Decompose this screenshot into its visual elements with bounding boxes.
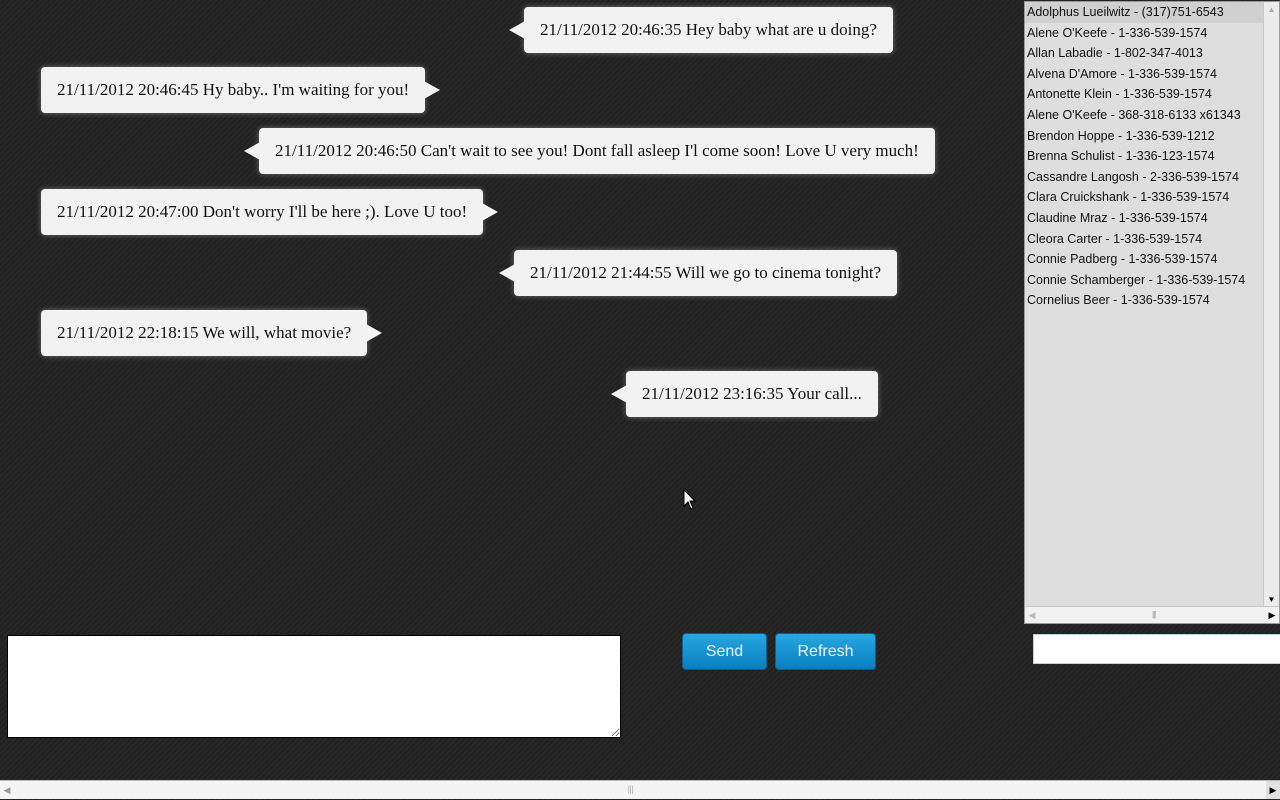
- contact-item[interactable]: Alene O'Keefe - 368-318-6133 x61343: [1025, 105, 1263, 126]
- message-bubble: 21/11/2012 20:46:50 Can't wait to see yo…: [244, 128, 935, 174]
- scroll-right-arrow-icon[interactable]: ▶: [1266, 781, 1280, 799]
- message-bubble: 21/11/2012 20:46:35 Hey baby what are u …: [509, 7, 893, 53]
- message-bubble: 21/11/2012 21:44:55 Will we go to cinema…: [498, 250, 898, 296]
- scroll-left-arrow-icon[interactable]: ◀: [0, 781, 14, 799]
- contact-item[interactable]: Allan Labadie - 1-802-347-4013: [1025, 43, 1263, 64]
- scroll-left-arrow-icon[interactable]: ◀: [1025, 607, 1039, 623]
- contact-item[interactable]: Connie Padberg - 1-336-539-1574: [1025, 249, 1263, 270]
- contacts-horizontal-scrollbar[interactable]: ◀ ||| ▶: [1025, 606, 1279, 623]
- message-bubble: 21/11/2012 22:18:15 We will, what movie?: [41, 310, 383, 356]
- contact-item[interactable]: Brenna Schulist - 1-336-123-1574: [1025, 146, 1263, 167]
- scroll-up-arrow-icon[interactable]: ▲: [1264, 2, 1279, 17]
- contact-item[interactable]: Alvena D'Amore - 1-336-539-1574: [1025, 64, 1263, 85]
- contact-item[interactable]: Antonette Klein - 1-336-539-1574: [1025, 84, 1263, 105]
- send-button[interactable]: Send: [682, 633, 767, 670]
- refresh-button[interactable]: Refresh: [775, 633, 876, 670]
- message-bubble: 21/11/2012 20:47:00 Don't worry I'll be …: [41, 189, 499, 235]
- contact-item[interactable]: Clara Cruickshank - 1-336-539-1574: [1025, 187, 1263, 208]
- message-bubble: 21/11/2012 23:16:35 Your call...: [611, 371, 878, 417]
- message-input[interactable]: [7, 635, 621, 738]
- scroll-down-arrow-icon[interactable]: ▼: [1264, 592, 1279, 607]
- page-horizontal-scrollbar[interactable]: ◀ ||| ▶: [0, 780, 1280, 799]
- contact-item[interactable]: Cornelius Beer - 1-336-539-1574: [1025, 290, 1263, 311]
- contact-item[interactable]: Adolphus Lueilwitz - (317)751-6543: [1025, 2, 1263, 23]
- mouse-cursor-icon: [683, 489, 697, 510]
- contact-item[interactable]: Brendon Hoppe - 1-336-539-1212: [1025, 126, 1263, 147]
- contacts-vertical-scrollbar[interactable]: ▲ ▼: [1263, 2, 1279, 607]
- message-bubble: 21/11/2012 20:46:45 Hy baby.. I'm waitin…: [41, 67, 441, 113]
- contact-search-input[interactable]: [1033, 634, 1280, 664]
- contacts-list: Adolphus Lueilwitz - (317)751-6543 Alene…: [1025, 2, 1263, 311]
- contact-item[interactable]: Alene O'Keefe - 1-336-539-1574: [1025, 23, 1263, 44]
- scroll-grip-icon[interactable]: |||: [628, 784, 633, 794]
- contact-item[interactable]: Claudine Mraz - 1-336-539-1574: [1025, 208, 1263, 229]
- contacts-listbox[interactable]: Adolphus Lueilwitz - (317)751-6543 Alene…: [1024, 1, 1280, 624]
- contact-item[interactable]: Cleora Carter - 1-336-539-1574: [1025, 229, 1263, 250]
- scroll-grip-icon[interactable]: |||: [1152, 610, 1156, 619]
- scroll-right-arrow-icon[interactable]: ▶: [1265, 607, 1279, 623]
- contact-item[interactable]: Connie Schamberger - 1-336-539-1574: [1025, 270, 1263, 291]
- chat-area: 21/11/2012 20:46:35 Hey baby what are u …: [0, 0, 1000, 620]
- contact-item[interactable]: Cassandre Langosh - 2-336-539-1574: [1025, 167, 1263, 188]
